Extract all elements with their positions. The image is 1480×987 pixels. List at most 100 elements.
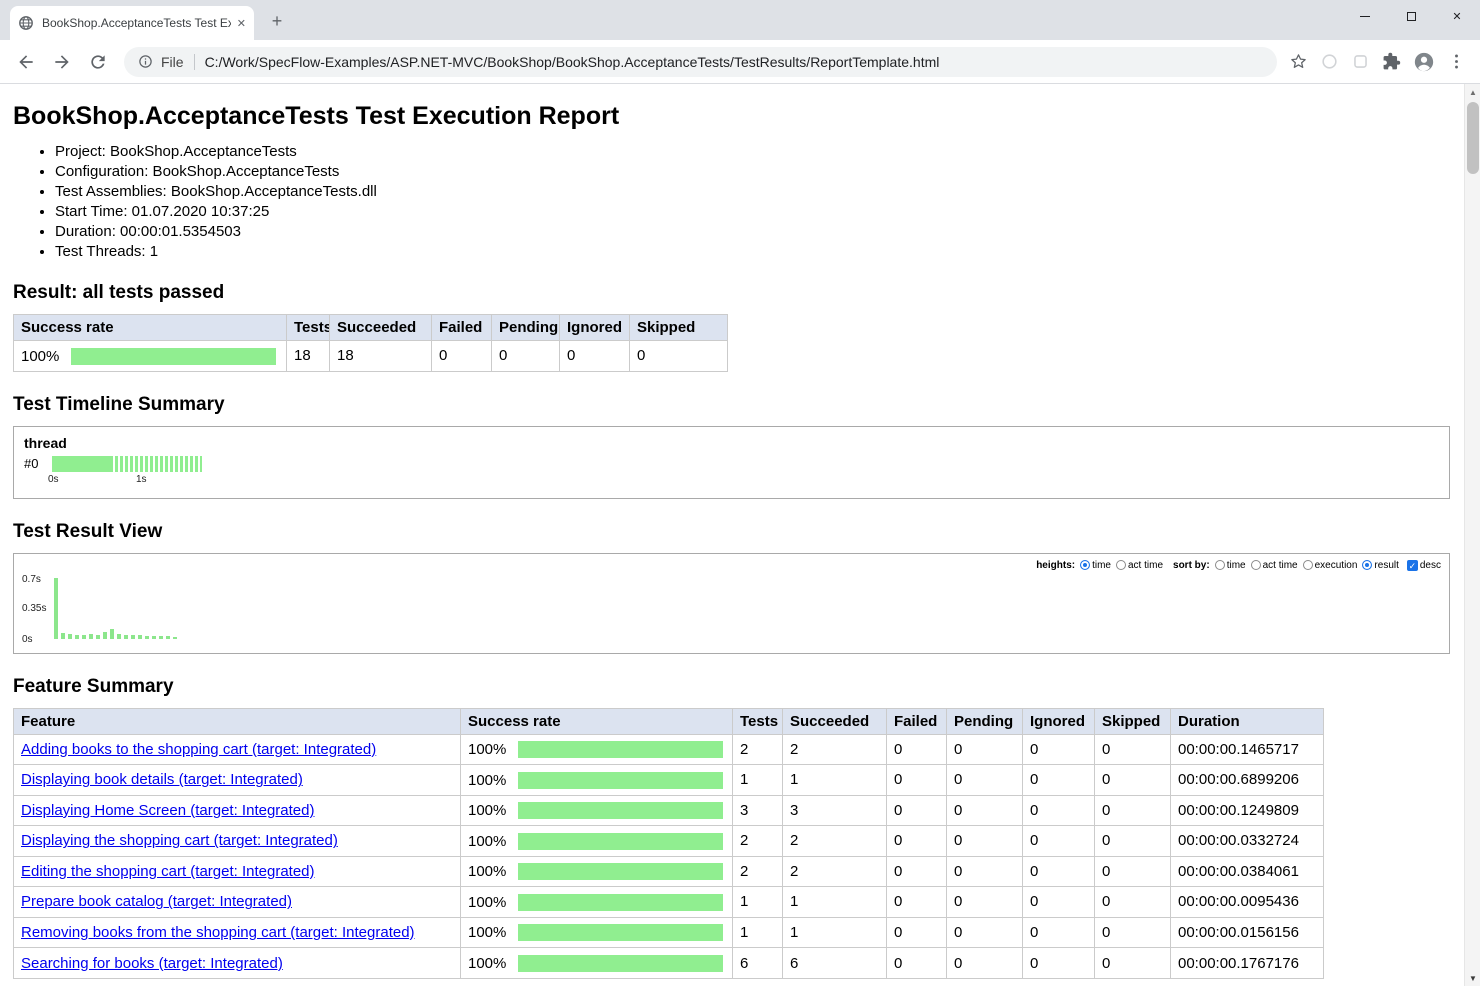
test-result-bar[interactable] [110,629,114,639]
success-rate-value: 100% [468,894,518,911]
feature-link[interactable]: Displaying the shopping cart (target: In… [21,832,338,849]
tick-0s: 0s [48,474,59,485]
feature-tests: 2 [733,856,783,887]
test-result-bar[interactable] [117,634,121,639]
feature-link[interactable]: Editing the shopping cart (target: Integ… [21,863,315,880]
test-result-bar[interactable] [82,635,86,639]
page-info-icon[interactable] [138,54,153,69]
bookmark-star-icon[interactable] [1289,52,1308,71]
test-result-bar[interactable] [68,634,72,639]
sort-radio[interactable] [1362,560,1372,570]
maximize-button[interactable] [1388,0,1434,32]
close-button[interactable]: ✕ [1434,0,1480,32]
url-scheme-label: File [161,54,184,70]
page-scrollbar[interactable]: ▲ ▼ [1464,84,1480,986]
sort-option-execution[interactable]: execution [1303,560,1358,571]
test-result-bar[interactable] [54,578,58,639]
failed-value: 0 [432,341,492,372]
tab-close-icon[interactable]: ✕ [237,17,246,30]
heights-option-act-time[interactable]: act time [1116,560,1163,571]
feature-failed: 0 [887,765,947,796]
test-result-bar[interactable] [138,635,142,639]
sort-radio[interactable] [1303,560,1313,570]
url-text: C:/Work/SpecFlow-Examples/ASP.NET-MVC/Bo… [205,54,940,70]
report-info-list: Project: BookShop.AcceptanceTestsConfigu… [13,143,1450,260]
feature-ignored: 0 [1023,826,1095,857]
feature-link[interactable]: Searching for books (target: Integrated) [21,955,283,972]
ignored-value: 0 [560,341,630,372]
sort-option-time[interactable]: time [1215,560,1246,571]
browser-window: BookShop.AcceptanceTests Test Execution … [0,0,1480,987]
success-rate-value: 100% [468,924,518,941]
test-result-bar[interactable] [131,635,135,639]
feature-ignored: 0 [1023,887,1095,918]
feature-link[interactable]: Displaying Home Screen (target: Integrat… [21,802,314,819]
test-result-bar[interactable] [96,635,100,639]
browser-tab[interactable]: BookShop.AcceptanceTests Test Execution … [10,6,254,40]
test-result-bar[interactable] [61,633,65,639]
window-controls: ✕ [1342,0,1480,32]
feature-row: Searching for books (target: Integrated)… [14,948,1324,979]
extensions-puzzle-icon[interactable] [1382,52,1401,71]
page-favicon-globe-icon [18,15,34,31]
back-button[interactable] [10,46,42,78]
scroll-up-icon[interactable]: ▲ [1465,84,1480,100]
col-skipped: Skipped [1095,708,1171,734]
sort-radio[interactable] [1215,560,1225,570]
maximize-icon [1407,12,1416,21]
feature-failed: 0 [887,795,947,826]
feature-succeeded: 1 [783,917,887,948]
minimize-button[interactable] [1342,0,1388,32]
feature-skipped: 0 [1095,887,1171,918]
feature-link[interactable]: Adding books to the shopping cart (targe… [21,741,376,758]
feature-link[interactable]: Displaying book details (target: Integra… [21,771,303,788]
sort-radio[interactable] [1251,560,1261,570]
heights-radio[interactable] [1116,560,1126,570]
feature-link[interactable]: Removing books from the shopping cart (t… [21,924,415,941]
test-result-bar[interactable] [75,635,79,639]
test-result-bar[interactable] [173,637,177,639]
desc-checkbox[interactable]: ✓ [1407,560,1418,571]
page-title: BookShop.AcceptanceTests Test Execution … [13,102,1450,131]
tick-1s: 1s [136,474,147,485]
skipped-value: 0 [630,341,728,372]
feature-duration: 00:00:00.1249809 [1171,795,1324,826]
test-result-bar[interactable] [124,635,128,639]
sort-option-result[interactable]: result [1362,560,1398,571]
url-divider [194,54,195,70]
extension-icon-2[interactable] [1351,52,1370,71]
test-result-bar[interactable] [152,636,156,639]
feature-row: Editing the shopping cart (target: Integ… [14,856,1324,887]
menu-kebab-icon[interactable] [1447,52,1466,71]
test-result-bar[interactable] [89,634,93,639]
sort-by-label: sort by: [1173,560,1210,571]
feature-link[interactable]: Prepare book catalog (target: Integrated… [21,893,292,910]
sort-option-act-time[interactable]: act time [1251,560,1298,571]
new-tab-button[interactable]: + [264,9,290,35]
reload-button[interactable] [82,46,114,78]
result-chart-bars [54,578,177,639]
test-result-bar[interactable] [166,636,170,639]
scroll-down-icon[interactable]: ▼ [1465,970,1480,986]
report-page: BookShop.AcceptanceTests Test Execution … [0,84,1480,986]
ytick-07: 0.7s [22,574,41,585]
feature-tests: 1 [733,917,783,948]
test-result-bar[interactable] [145,636,149,639]
success-rate-value: 100% [468,741,518,758]
timeline-bar[interactable] [52,456,202,472]
success-rate-value: 100% [468,863,518,880]
feature-table: Feature Success rate Tests Succeeded Fai… [13,708,1324,979]
feature-duration: 00:00:00.0156156 [1171,917,1324,948]
feature-ignored: 0 [1023,734,1095,765]
forward-button[interactable] [46,46,78,78]
extension-icon-1[interactable] [1320,52,1339,71]
test-result-bar[interactable] [103,632,107,639]
url-bar[interactable]: File C:/Work/SpecFlow-Examples/ASP.NET-M… [124,47,1277,77]
feature-failed: 0 [887,887,947,918]
heights-option-time[interactable]: time [1080,560,1111,571]
scrollbar-thumb[interactable] [1467,102,1479,174]
heights-radio[interactable] [1080,560,1090,570]
feature-failed: 0 [887,948,947,979]
test-result-bar[interactable] [159,636,163,639]
profile-avatar[interactable] [1413,51,1435,73]
